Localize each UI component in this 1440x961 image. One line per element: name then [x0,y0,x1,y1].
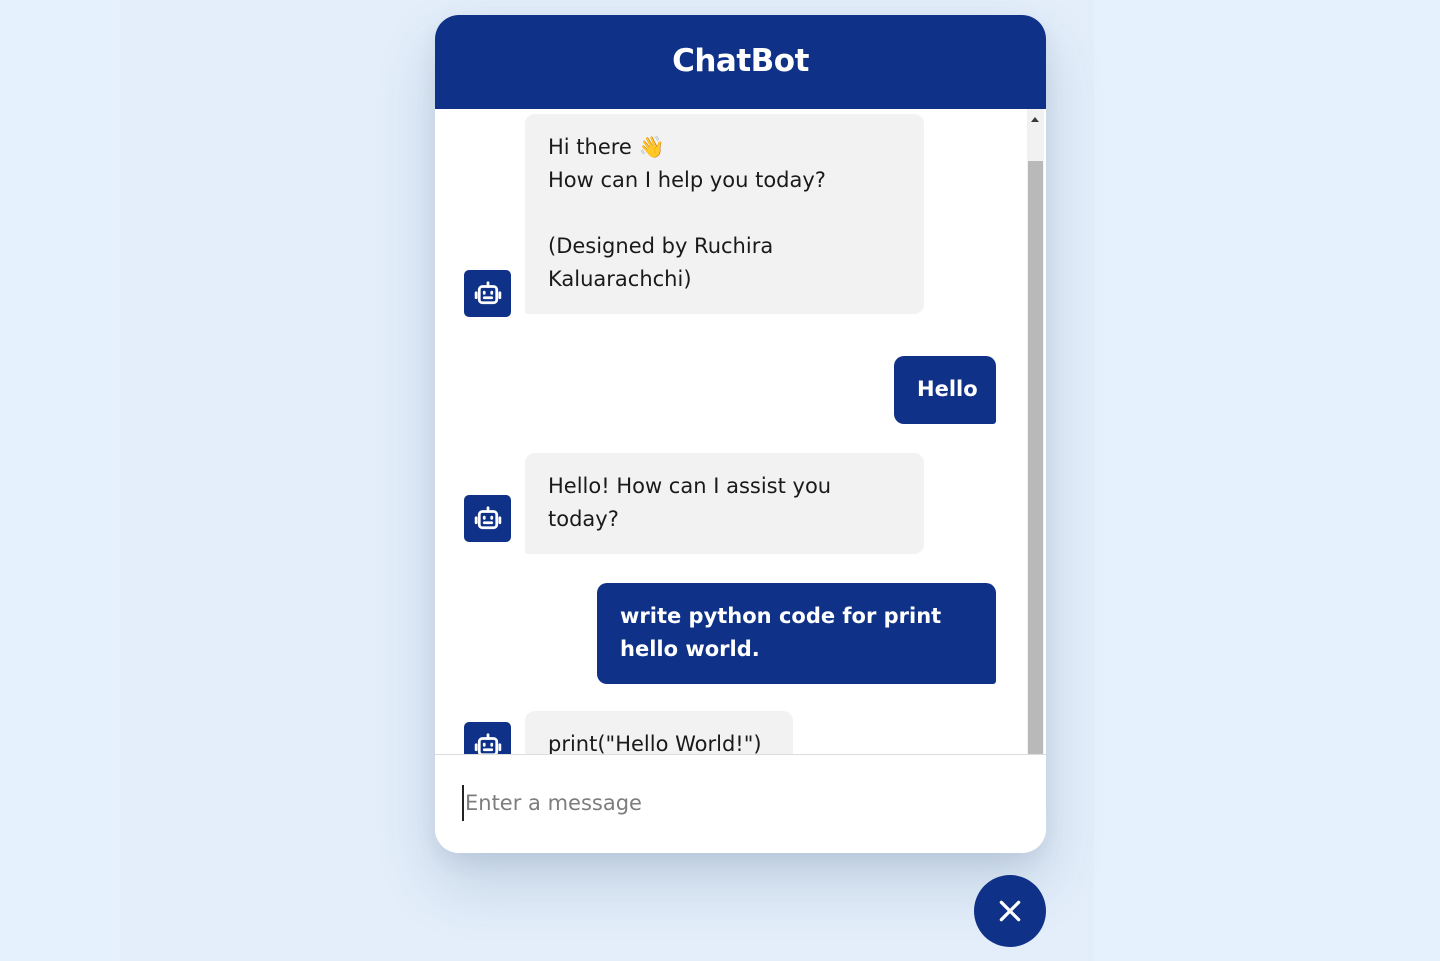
incoming-message: print("Hello World!") [525,711,793,754]
chat-title: ChatBot [672,43,809,79]
robot-icon [464,495,511,542]
incoming-message: Hello! How can I assist you today? [525,453,924,554]
page-backdrop-left [0,0,120,961]
chat-message-list[interactable]: Hi there 👋 How can I help you today? (De… [435,109,1046,754]
chatbot-toggler-button[interactable] [974,875,1046,947]
chat-header: ChatBot [435,15,1046,109]
page-backdrop-right [1094,0,1440,961]
outgoing-message: Hello [894,356,996,424]
chat-input-area [435,754,1046,853]
scrollbar-thumb[interactable] [1028,161,1043,754]
chatbot-window: ChatBot Hi there 👋 How can I help you to… [435,15,1046,853]
robot-icon [464,722,511,754]
outgoing-message: write python code for print hello world. [597,583,996,684]
message-input[interactable] [462,785,1005,821]
chat-scrollbar[interactable] [1027,109,1044,754]
scroll-up-arrow-icon[interactable] [1031,117,1039,122]
robot-icon [464,270,511,317]
incoming-message: Hi there 👋 How can I help you today? (De… [525,114,924,314]
close-icon [999,900,1021,922]
